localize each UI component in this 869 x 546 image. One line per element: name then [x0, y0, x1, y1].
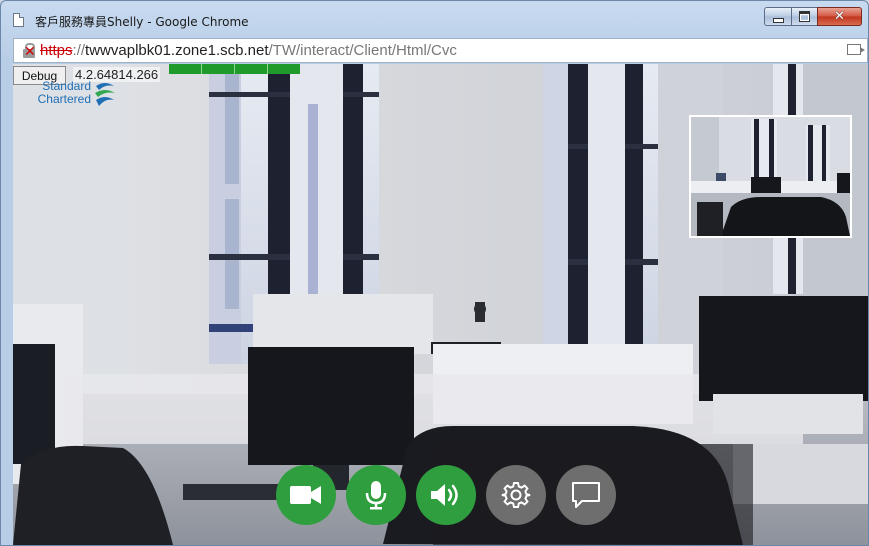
url-host: twwvaplbk01.zone1.scb.net [85, 42, 269, 59]
page-icon [13, 13, 24, 27]
title-bar[interactable]: 客戶服務專員Shelly - Google Chrome ✕ [1, 1, 868, 37]
chat-bubble-icon [572, 482, 600, 508]
maximize-button[interactable] [791, 7, 817, 26]
connection-quality-bar [169, 64, 300, 74]
minimize-button[interactable] [764, 7, 791, 26]
logo-line2: Chartered [37, 92, 91, 106]
insecure-lock-icon[interactable]: ✕ [22, 42, 36, 59]
url-separator: :// [72, 42, 86, 59]
url-path: /TW/interact/Client/Html/Cvc [268, 42, 457, 59]
video-call-area: Debug 4.2.64814.266 Standard Chartered [13, 64, 868, 545]
logo-text: Standard Chartered [35, 80, 91, 106]
standard-chartered-logo: Standard Chartered [35, 80, 145, 108]
gear-icon [501, 482, 531, 508]
close-button[interactable]: ✕ [817, 7, 862, 26]
speaker-icon [431, 484, 458, 506]
video-camera-icon [290, 486, 321, 504]
window-controls: ✕ [764, 7, 862, 27]
speaker-toggle-button[interactable] [416, 465, 476, 525]
address-bar[interactable]: ✕ https://twwvaplbk01.zone1.scb.net/TW/i… [13, 38, 868, 63]
microphone-icon [365, 481, 387, 510]
maximize-icon [799, 11, 810, 22]
self-view-video[interactable] [689, 115, 852, 238]
call-controls [276, 465, 616, 525]
microphone-toggle-button[interactable] [346, 465, 406, 525]
self-view-feed [691, 117, 850, 236]
camera-toggle-button[interactable] [276, 465, 336, 525]
window-title: 客戶服務專員Shelly - Google Chrome [35, 15, 249, 29]
minimize-icon [772, 17, 784, 23]
chat-button[interactable] [556, 465, 616, 525]
browser-window: 客戶服務專員Shelly - Google Chrome ✕ ✕ https:/… [0, 0, 869, 546]
url-scheme: https [40, 42, 73, 59]
cast-icon[interactable] [847, 44, 865, 55]
logo-mark-icon [95, 83, 115, 106]
url-text[interactable]: https://twwvaplbk01.zone1.scb.net/TW/int… [40, 42, 457, 59]
close-icon: ✕ [834, 9, 845, 24]
settings-button[interactable] [486, 465, 546, 525]
